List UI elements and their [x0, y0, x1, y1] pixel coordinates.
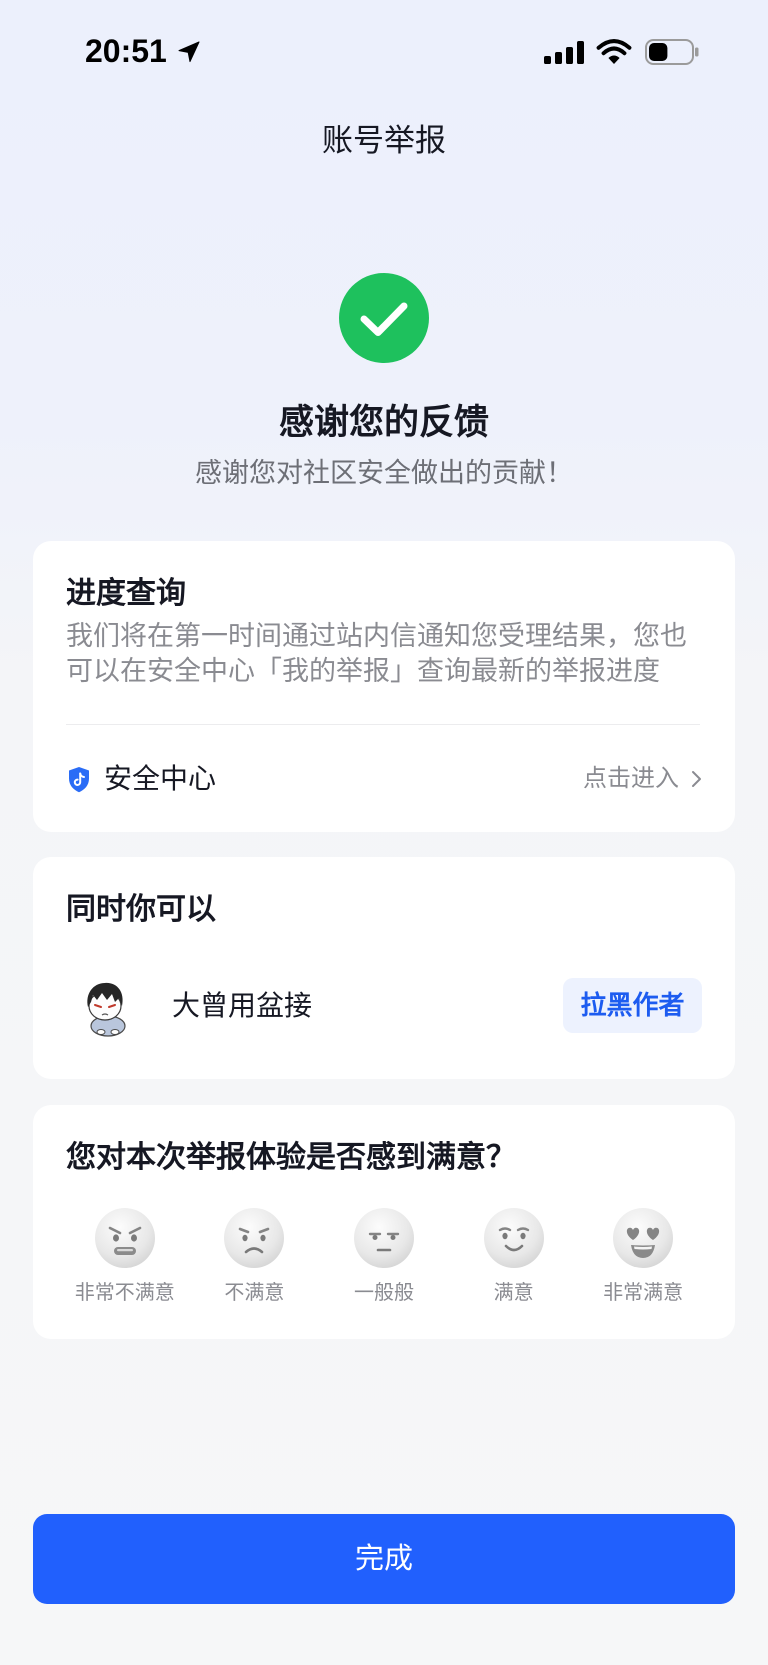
battery-level-fill [649, 43, 668, 61]
security-center-label: 安全中心 [104, 763, 217, 794]
user-avatar[interactable] [75, 974, 139, 1038]
status-bar: 20:51 [0, 0, 768, 90]
progress-description: 我们将在第一时间通过站内信通知您受理结果，您也可以在安全中心「我的举报」查询最新… [66, 621, 687, 686]
option-satisfied[interactable]: 满意 [449, 1206, 579, 1306]
neutral-face-icon[interactable] [352, 1206, 416, 1270]
progress-card: 进度查询 我们将在第一时间通过站内信通知您受理结果，您也可以在安全中心「我的举报… [33, 541, 735, 832]
option-label: 满意 [493, 1282, 534, 1304]
option-label: 非常满意 [603, 1282, 684, 1304]
security-center-link-label[interactable]: 点击进入 [583, 763, 679, 795]
check-circle-icon [339, 273, 429, 363]
result-title: 感谢您的反馈 [278, 403, 489, 442]
satisfaction-options: 非常不满意 不满意 一般般 满意 非常满意 [60, 1206, 708, 1306]
progress-card-title: 进度查询 [66, 577, 186, 610]
actions-card-title: 同时你可以 [66, 893, 216, 926]
status-time: 20:51 [85, 33, 167, 69]
survey-question: 您对本次举报体验是否感到满意？ [66, 1141, 516, 1174]
survey-card: 您对本次举报体验是否感到满意？ 非常不满意 不满意 一般般 满意 非常满意 [33, 1105, 735, 1339]
done-button[interactable]: 完成 [33, 1514, 735, 1604]
location-arrow-icon [178, 41, 200, 63]
option-neutral[interactable]: 一般般 [319, 1206, 449, 1306]
option-label: 一般般 [353, 1282, 414, 1304]
page-title: 账号举报 [322, 123, 446, 158]
divider [66, 724, 700, 725]
actions-card: 同时你可以 大曾用盆接 拉黑作者 [33, 857, 735, 1079]
chevron-right-icon[interactable] [691, 770, 702, 788]
wifi-icon [596, 39, 632, 64]
block-author-button[interactable]: 拉黑作者 [563, 978, 702, 1033]
result-subtitle: 感谢您对社区安全做出的贡献！ [195, 458, 573, 488]
security-center-left: 安全中心 [66, 761, 216, 797]
signal-icon [544, 41, 584, 64]
option-dissatisfied[interactable]: 不满意 [190, 1206, 320, 1306]
dissatisfied-face-icon[interactable] [222, 1206, 286, 1270]
author-name: 大曾用盆接 [172, 990, 313, 1021]
security-center-link[interactable]: 点击进入 [583, 763, 702, 795]
satisfied-face-icon[interactable] [482, 1206, 546, 1270]
security-center-row[interactable]: 安全中心 点击进入 [66, 749, 702, 809]
option-label: 非常不满意 [74, 1282, 175, 1304]
very-satisfied-face-icon[interactable] [611, 1206, 675, 1270]
shield-icon [69, 766, 89, 792]
option-very-satisfied[interactable]: 非常满意 [578, 1206, 708, 1306]
option-label: 不满意 [224, 1282, 285, 1304]
option-very-dissatisfied[interactable]: 非常不满意 [60, 1206, 190, 1306]
very-dissatisfied-face-icon[interactable] [93, 1206, 157, 1270]
battery-icon [645, 39, 699, 65]
